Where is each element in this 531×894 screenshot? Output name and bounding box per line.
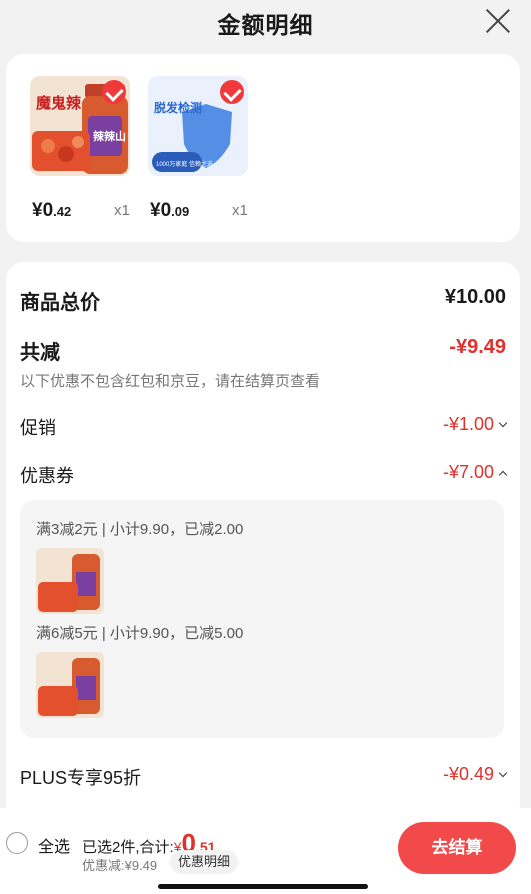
- selected-products-card: 魔鬼辣 辣辣山 脱发检测 1000万家庭 信赖之选 ¥0.42 x1 ¥0.09…: [6, 54, 520, 242]
- checked-icon[interactable]: [102, 80, 126, 104]
- product-image-hair-test[interactable]: 脱发检测 1000万家庭 信赖之选: [148, 76, 248, 176]
- plus-label: PLUS专享95折: [20, 768, 142, 788]
- checked-icon[interactable]: [220, 80, 244, 104]
- discount-detail-button[interactable]: 优惠明细: [170, 850, 239, 874]
- page-title: 金额明细: [217, 12, 314, 38]
- checkout-button[interactable]: 去结算: [398, 822, 516, 874]
- discount-total: 优惠减:¥9.49: [82, 858, 158, 873]
- coupon-line: 满3减2元 | 小计9.90，已减2.00: [36, 521, 244, 538]
- product-price: ¥0.42: [32, 200, 72, 221]
- promo-label: 促销: [20, 418, 56, 438]
- home-indicator: [158, 884, 368, 889]
- reduce-value: -¥9.49: [449, 336, 506, 358]
- total-label: 商品总价: [20, 292, 100, 314]
- product-image-chili[interactable]: 魔鬼辣 辣辣山: [30, 76, 130, 176]
- coupon-product-thumb: [36, 652, 104, 718]
- chevron-up-icon: [498, 470, 508, 480]
- close-icon[interactable]: [485, 8, 511, 34]
- svg-text:魔鬼辣: 魔鬼辣: [36, 94, 82, 112]
- chevron-down-icon: [498, 418, 508, 428]
- svg-text:脱发检测: 脱发检测: [154, 100, 202, 115]
- promo-value: -¥1.00: [443, 414, 508, 435]
- header: 金额明细: [0, 0, 531, 48]
- coupon-detail-panel: 满3减2元 | 小计9.90，已减2.00 满6减5元 | 小计9.90，已减5…: [20, 500, 504, 738]
- plus-value: -¥0.49: [443, 764, 508, 785]
- discount-note: 以下优惠不包含红包和京豆，请在结算页查看: [20, 373, 321, 390]
- coupon-value: -¥7.00: [443, 462, 508, 483]
- svg-text:1000万家庭 信赖之选: 1000万家庭 信赖之选: [156, 160, 213, 168]
- svg-text:辣辣山: 辣辣山: [93, 129, 126, 143]
- total-value: ¥10.00: [444, 286, 506, 308]
- reduce-label: 共减: [20, 342, 60, 364]
- coupon-label: 优惠券: [20, 466, 74, 486]
- select-all-radio[interactable]: [6, 832, 28, 854]
- checkout-bar: 全选 已选2件,合计:¥0.51 优惠减:¥9.49 优惠明细 去结算: [0, 808, 531, 894]
- select-all-label[interactable]: 全选: [38, 833, 70, 857]
- chevron-down-icon: [498, 768, 508, 778]
- product-quantity: x1: [232, 202, 248, 219]
- product-price: ¥0.09: [150, 200, 190, 221]
- price-breakdown-card: 商品总价 ¥10.00 共减 -¥9.49 以下优惠不包含红包和京豆，请在结算页…: [6, 262, 520, 822]
- coupon-line: 满6减5元 | 小计9.90，已减5.00: [36, 625, 244, 642]
- product-quantity: x1: [114, 202, 130, 219]
- coupon-product-thumb: [36, 548, 104, 614]
